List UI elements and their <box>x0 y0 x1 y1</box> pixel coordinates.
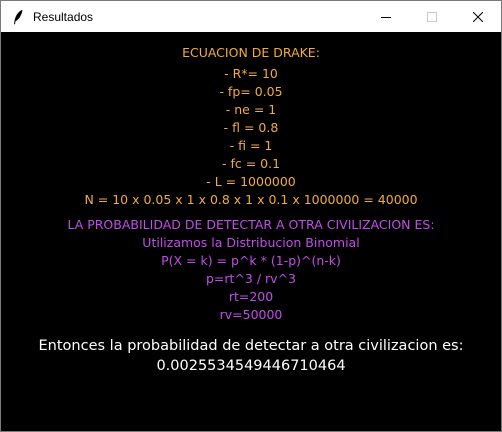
minimize-button[interactable] <box>363 1 409 32</box>
minimize-icon <box>381 7 391 26</box>
probability-line: rt=200 <box>228 289 274 304</box>
drake-param-ne: - ne = 1 <box>225 102 277 117</box>
drake-result: N = 10 x 0.05 x 1 x 0.8 x 1 x 0.1 x 1000… <box>84 192 418 207</box>
drake-param-l: - L = 1000000 <box>206 174 296 189</box>
probability-line: Utilizamos la Distribucion Binomial <box>142 235 360 250</box>
feather-icon <box>10 9 26 25</box>
conclusion-text: Entonces la probabilidad de detectar a o… <box>38 338 464 354</box>
probability-line: p=rt^3 / rv^3 <box>206 271 296 286</box>
drake-param-r: - R*= 10 <box>224 66 278 81</box>
drake-param-fp: - fp= 0.05 <box>219 84 283 99</box>
close-button[interactable] <box>455 1 501 32</box>
probability-line: rv=50000 <box>219 307 283 322</box>
drake-param-fl: - fl = 0.8 <box>223 120 279 135</box>
probability-line: P(X = k) = p^k * (1-p)^(n-k) <box>161 253 341 268</box>
results-window: Resultados ECUACION DE DRAKE: - R*= 10 -… <box>0 0 502 432</box>
maximize-button[interactable] <box>409 1 455 32</box>
title-bar[interactable]: Resultados <box>1 1 501 32</box>
window-title: Resultados <box>33 9 94 24</box>
drake-param-fi: - fi = 1 <box>229 138 273 153</box>
drake-heading: ECUACION DE DRAKE: <box>182 45 320 60</box>
close-icon <box>472 7 484 26</box>
drake-param-fc: - fc = 0.1 <box>221 156 281 171</box>
results-content: ECUACION DE DRAKE: - R*= 10 - fp= 0.05 -… <box>2 32 500 431</box>
probability-value: 0.0025534549446710464 <box>156 358 346 374</box>
window-controls <box>363 1 501 32</box>
maximize-icon <box>427 7 437 26</box>
probability-heading: LA PROBABILIDAD DE DETECTAR A OTRA CIVIL… <box>67 217 435 232</box>
